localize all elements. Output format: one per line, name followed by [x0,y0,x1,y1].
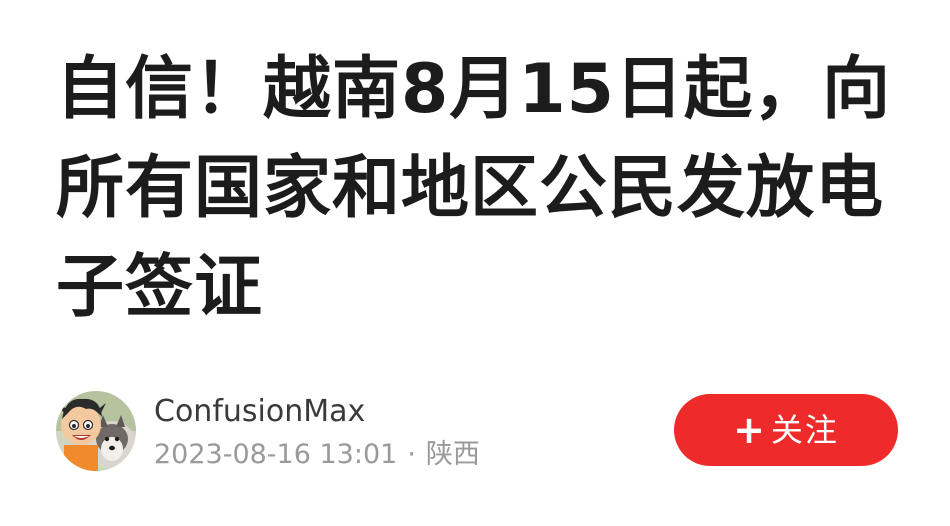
post-date: 2023-08-16 13:01 [154,439,398,470]
follow-button-label: 关注 [770,411,839,449]
plus-icon: + [733,408,765,452]
author-name[interactable]: ConfusionMax [154,392,365,432]
follow-button[interactable]: + 关注 [674,394,898,466]
post-meta: 2023-08-16 13:01 · 陕西 [154,436,480,474]
post-location: 陕西 [425,439,480,470]
avatar-image-icon [56,391,136,471]
avatar[interactable] [56,391,136,471]
meta-separator: · [407,439,416,470]
article-title: 自信！越南8月15日起，向所有国家和地区公民发放电子签证 [56,50,891,327]
author-row: ConfusionMax 2023-08-16 13:01 · 陕西 + 关注 [56,388,906,478]
